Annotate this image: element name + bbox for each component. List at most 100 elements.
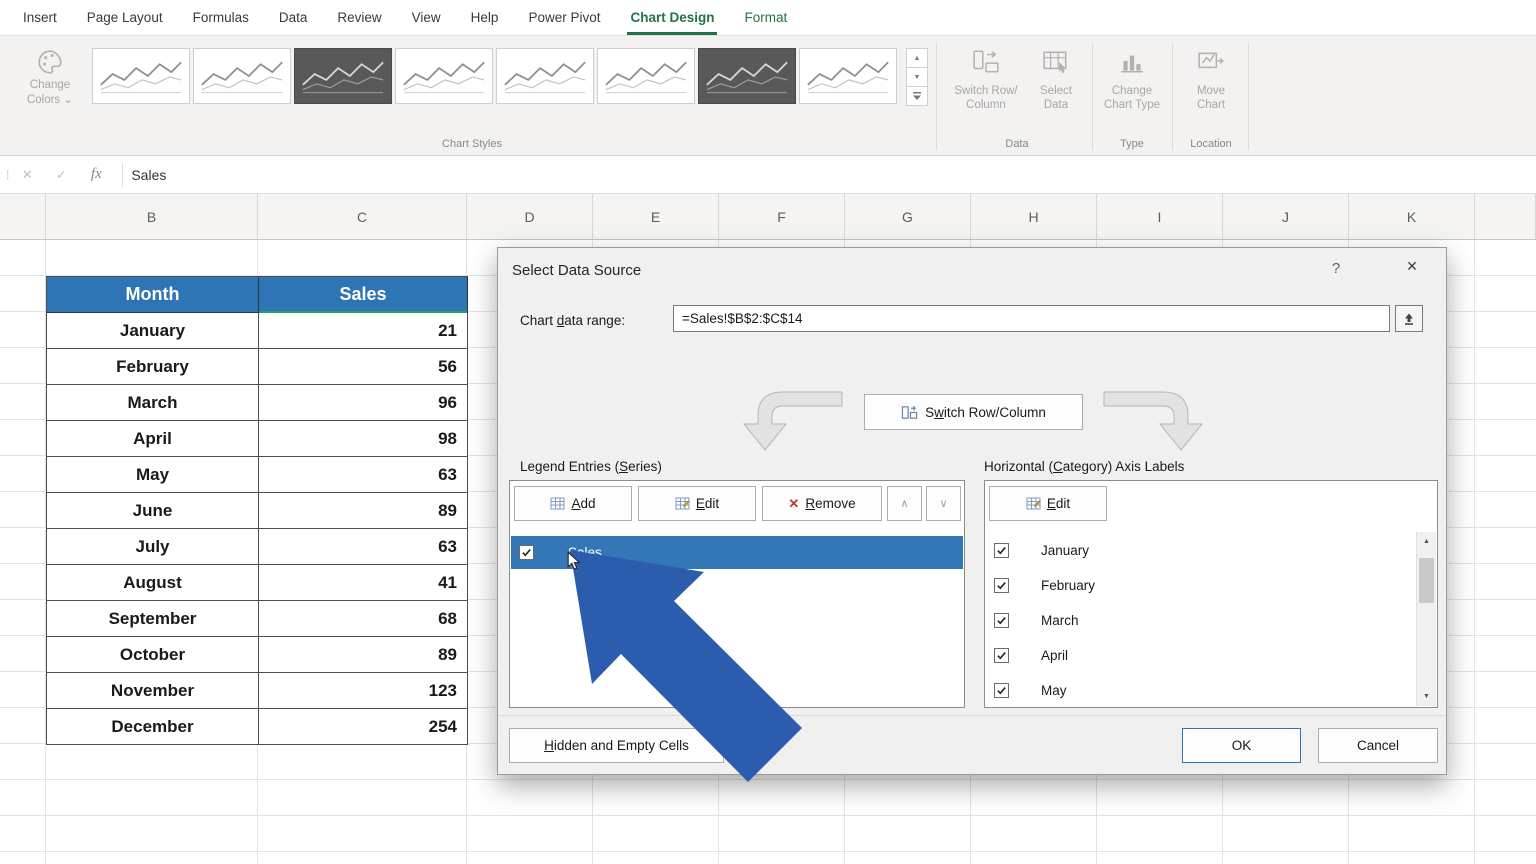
help-icon[interactable]: ?	[1324, 260, 1348, 282]
sales-cell[interactable]: 41	[259, 565, 468, 601]
axis-label-item[interactable]: January	[986, 533, 1414, 568]
column-header-e[interactable]: E	[593, 194, 719, 239]
formula-bar-value[interactable]: Sales	[131, 167, 166, 183]
month-cell[interactable]: August	[47, 565, 259, 601]
change-colors-label-line2: Colors	[26, 94, 61, 106]
ribbon: Change Colors ⌄ ▲ ▼ Chart Styles Switch …	[0, 36, 1536, 156]
month-cell[interactable]: March	[47, 385, 259, 421]
ribbon-tab-data[interactable]: Data	[264, 0, 323, 35]
column-header-c[interactable]: C	[258, 194, 467, 239]
dialog-divider	[498, 715, 1446, 716]
scrollbar-thumb[interactable]	[1419, 558, 1434, 603]
chart-style-thumbnail[interactable]	[799, 48, 897, 104]
hidden-and-empty-cells-button[interactable]: Hidden and Empty Cells	[509, 728, 724, 763]
select-data-ribbon-button[interactable]: Select Data	[1022, 44, 1090, 146]
sales-cell[interactable]: 68	[259, 601, 468, 637]
sales-cell[interactable]: 56	[259, 349, 468, 385]
sales-cell[interactable]: 89	[259, 637, 468, 673]
axis-label-text: April	[1041, 648, 1069, 663]
axis-label-text: May	[1041, 683, 1067, 698]
month-cell[interactable]: April	[47, 421, 259, 457]
column-header-g[interactable]: G	[845, 194, 971, 239]
checkbox-checked[interactable]	[994, 613, 1009, 628]
column-header-b[interactable]: B	[46, 194, 258, 239]
month-cell[interactable]: December	[47, 709, 259, 745]
sales-cell[interactable]: 63	[259, 457, 468, 493]
select-data-source-dialog: Select Data Source ? ✕ Chart data range:…	[497, 247, 1447, 775]
column-header-i[interactable]: I	[1097, 194, 1223, 239]
month-header-cell[interactable]: Month	[47, 277, 259, 313]
switch-row-column-ribbon-button[interactable]: Switch Row/ Column	[952, 44, 1020, 146]
month-cell[interactable]: January	[47, 313, 259, 349]
change-chart-type-button[interactable]: Change Chart Type	[1098, 44, 1166, 146]
axis-label-item[interactable]: February	[986, 568, 1414, 603]
month-cell[interactable]: June	[47, 493, 259, 529]
ribbon-tab-help[interactable]: Help	[456, 0, 514, 35]
insert-function-icon[interactable]: fx	[78, 166, 114, 183]
move-chart-button[interactable]: Move Chart	[1177, 44, 1245, 146]
month-cell[interactable]: July	[47, 529, 259, 565]
button-label: Chart	[1196, 99, 1226, 111]
column-header[interactable]	[0, 194, 46, 239]
chart-style-thumbnail[interactable]	[193, 48, 291, 104]
close-icon[interactable]: ✕	[1396, 258, 1428, 282]
month-cell[interactable]: February	[47, 349, 259, 385]
column-header-j[interactable]: J	[1223, 194, 1349, 239]
column-header-f[interactable]: F	[719, 194, 845, 239]
gallery-more-button[interactable]	[906, 87, 928, 106]
month-cell[interactable]: May	[47, 457, 259, 493]
ribbon-tab-formulas[interactable]: Formulas	[178, 0, 264, 35]
sales-cell[interactable]: 98	[259, 421, 468, 457]
month-cell[interactable]: November	[47, 673, 259, 709]
scroll-up-button[interactable]: ▲	[1417, 532, 1436, 551]
legend-series-item[interactable]: Sales	[511, 536, 963, 569]
month-cell[interactable]: September	[47, 601, 259, 637]
switch-row-column-button[interactable]: Switch Row/Column	[864, 394, 1083, 430]
checkbox-checked[interactable]	[994, 578, 1009, 593]
ribbon-tab-review[interactable]: Review	[322, 0, 396, 35]
gallery-scroll-down-button[interactable]: ▼	[906, 68, 928, 87]
checkbox-checked[interactable]	[519, 545, 534, 560]
ribbon-tab-page-layout[interactable]: Page Layout	[72, 0, 178, 35]
ribbon-tab-format[interactable]: Format	[729, 0, 802, 35]
month-cell[interactable]: October	[47, 637, 259, 673]
chart-style-thumbnail[interactable]	[496, 48, 594, 104]
scroll-down-button[interactable]: ▼	[1417, 687, 1436, 706]
sales-cell[interactable]: 63	[259, 529, 468, 565]
chart-style-thumbnail[interactable]	[294, 48, 392, 104]
ribbon-tab-view[interactable]: View	[397, 0, 456, 35]
axis-list-scrollbar[interactable]: ▲ ▼	[1416, 532, 1436, 706]
sales-cell[interactable]: 89	[259, 493, 468, 529]
enter-icon[interactable]: ✓	[44, 167, 78, 183]
cancel-icon[interactable]: ✕	[10, 167, 44, 183]
change-colors-button[interactable]: Change Colors ⌄	[10, 44, 90, 144]
column-header[interactable]	[1475, 194, 1536, 239]
sales-header-cell[interactable]: Sales	[259, 277, 468, 313]
sales-cell[interactable]: 96	[259, 385, 468, 421]
chart-style-thumbnail[interactable]	[698, 48, 796, 104]
sales-cell[interactable]: 21	[259, 313, 468, 349]
gallery-scroll-up-button[interactable]: ▲	[906, 48, 928, 68]
chart-data-range-input[interactable]	[673, 305, 1390, 332]
chart-style-thumbnail[interactable]	[395, 48, 493, 104]
axis-label-item[interactable]: April	[986, 638, 1414, 673]
group-separator	[936, 44, 937, 150]
chart-style-thumbnail[interactable]	[597, 48, 695, 104]
checkbox-checked[interactable]	[994, 648, 1009, 663]
chart-style-thumbnail[interactable]	[92, 48, 190, 104]
checkbox-checked[interactable]	[994, 683, 1009, 698]
sales-cell[interactable]: 123	[259, 673, 468, 709]
sales-cell[interactable]: 254	[259, 709, 468, 745]
ribbon-tab-power-pivot[interactable]: Power Pivot	[513, 0, 615, 35]
ribbon-tab-insert[interactable]: Insert	[8, 0, 72, 35]
axis-label-item[interactable]: March	[986, 603, 1414, 638]
column-header-h[interactable]: H	[971, 194, 1097, 239]
column-header-d[interactable]: D	[467, 194, 593, 239]
column-header-k[interactable]: K	[1349, 194, 1475, 239]
collapse-dialog-button[interactable]	[1395, 305, 1423, 332]
checkbox-checked[interactable]	[994, 543, 1009, 558]
ok-button[interactable]: OK	[1182, 728, 1301, 763]
cancel-button[interactable]: Cancel	[1318, 728, 1438, 763]
ribbon-tab-chart-design[interactable]: Chart Design	[615, 0, 729, 35]
axis-label-item[interactable]: May	[986, 673, 1414, 708]
